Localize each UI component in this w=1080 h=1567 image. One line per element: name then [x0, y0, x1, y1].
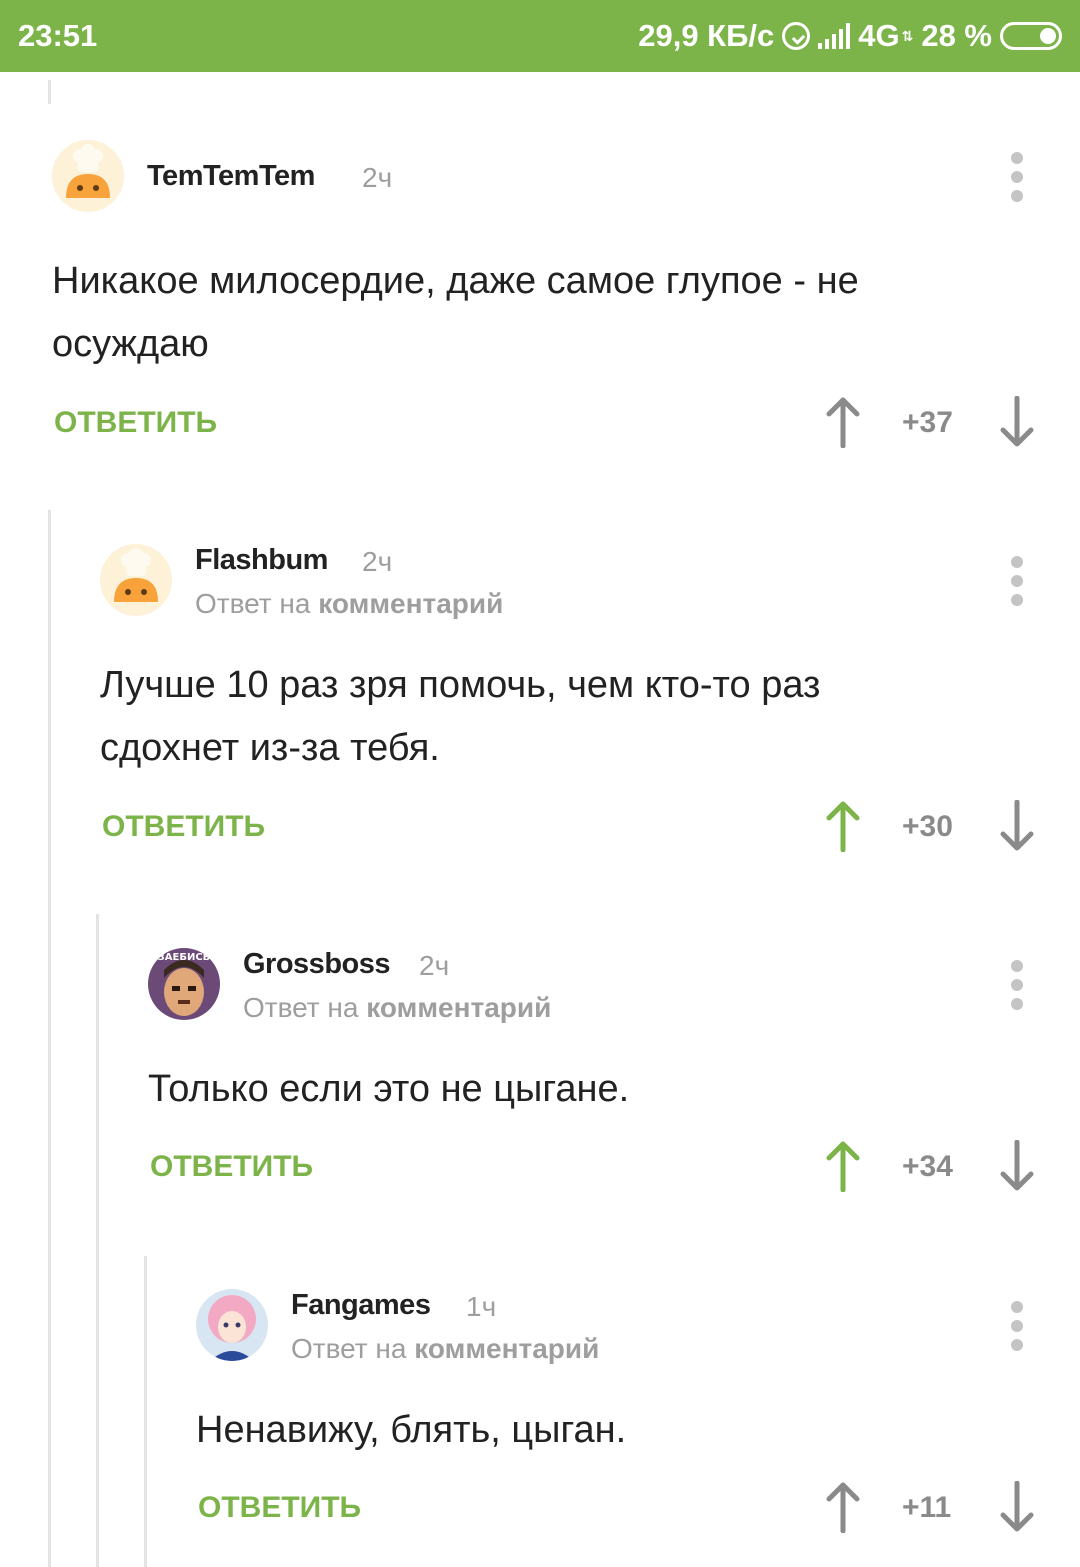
comment-time: 2ч [419, 950, 450, 981]
thread-line [144, 1256, 147, 1567]
battery-percent: 28 % [921, 18, 992, 53]
avatar[interactable]: ЗАЕБИСЬ [148, 948, 220, 1020]
more-options-icon[interactable] [1010, 1301, 1024, 1351]
network-speed: 29,9 КБ/с [638, 18, 775, 53]
avatar[interactable] [100, 544, 172, 616]
battery-icon [1000, 22, 1062, 50]
status-bar: 23:51 29,9 КБ/с 4G ⇅ 28 % [0, 0, 1080, 72]
reply-to-link[interactable]: комментарий [366, 992, 551, 1023]
avatar[interactable] [52, 140, 124, 212]
avatar[interactable] [196, 1289, 268, 1361]
data-arrows-icon: ⇅ [901, 27, 914, 44]
comment-text: Ненавижу, блять, цыган. [196, 1409, 627, 1451]
vote-score: +37 [902, 406, 953, 439]
cartoon-man-avatar-icon: ЗАЕБИСЬ [148, 948, 220, 1020]
downvote-icon[interactable] [997, 396, 1037, 448]
thread-line [48, 80, 51, 104]
comment: Fangames 1ч Ответ на комментарий Ненавиж… [196, 1289, 1080, 1549]
reply-to-prefix: Ответ на [243, 992, 367, 1023]
reply-button[interactable]: ОТВЕТИТЬ [54, 406, 217, 440]
comment: Flashbum 2ч Ответ на комментарий Лучше 1… [100, 544, 1080, 864]
more-options-icon[interactable] [1010, 960, 1024, 1010]
username[interactable]: Flashbum [195, 544, 328, 577]
username[interactable]: Grossboss [243, 948, 391, 981]
more-options-icon[interactable] [1010, 152, 1024, 202]
thread-line [96, 914, 99, 1567]
upvote-icon[interactable] [823, 800, 863, 852]
comment-time: 2ч [362, 546, 393, 577]
comment: TemTemTem 2ч Никакое милосердие, даже са… [52, 140, 1080, 460]
comment-text: Лучше 10 раз зря помочь, чем кто-то раз … [100, 664, 821, 769]
reply-to-prefix: Ответ на [195, 588, 319, 619]
thread-line [48, 510, 51, 1567]
downvote-icon[interactable] [997, 1140, 1037, 1192]
reply-to-line: Ответ на комментарий [243, 992, 551, 1024]
signal-icon [818, 23, 851, 49]
upvote-icon[interactable] [823, 1481, 863, 1533]
reply-button[interactable]: ОТВЕТИТЬ [198, 1491, 361, 1525]
chef-avatar-icon [100, 544, 172, 616]
reply-to-line: Ответ на комментарий [291, 1333, 599, 1365]
comment-time: 2ч [362, 162, 393, 193]
comment-text: Никакое милосердие, даже самое глупое - … [52, 260, 859, 365]
username[interactable]: TemTemTem [147, 160, 315, 193]
upvote-icon[interactable] [823, 1140, 863, 1192]
upvote-icon[interactable] [823, 396, 863, 448]
network-type: 4G [858, 18, 900, 53]
comment: ЗАЕБИСЬ Grossboss 2ч Ответ на комментари… [148, 948, 1080, 1208]
reply-button[interactable]: ОТВЕТИТЬ [150, 1150, 313, 1184]
downvote-icon[interactable] [997, 1481, 1037, 1533]
reply-to-line: Ответ на комментарий [195, 588, 503, 620]
comment-text: Только если это не цыгане. [148, 1068, 630, 1110]
username[interactable]: Fangames [291, 1289, 431, 1322]
comment-time: 1ч [466, 1291, 497, 1322]
reply-to-link[interactable]: комментарий [414, 1333, 599, 1364]
alarm-icon [782, 22, 811, 50]
vote-score: +34 [902, 1150, 953, 1183]
chef-avatar-icon [52, 140, 124, 212]
more-options-icon[interactable] [1010, 556, 1024, 606]
downvote-icon[interactable] [997, 800, 1037, 852]
vote-score: +11 [902, 1491, 952, 1524]
reply-button[interactable]: ОТВЕТИТЬ [102, 810, 265, 844]
avatar-caption: ЗАЕБИСЬ [158, 952, 211, 963]
reply-to-link[interactable]: комментарий [318, 588, 503, 619]
anime-girl-avatar-icon [196, 1289, 268, 1361]
clock: 23:51 [18, 18, 98, 53]
reply-to-prefix: Ответ на [291, 1333, 415, 1364]
status-icons: 29,9 КБ/с 4G ⇅ 28 % [638, 18, 1062, 54]
vote-score: +30 [902, 810, 953, 843]
